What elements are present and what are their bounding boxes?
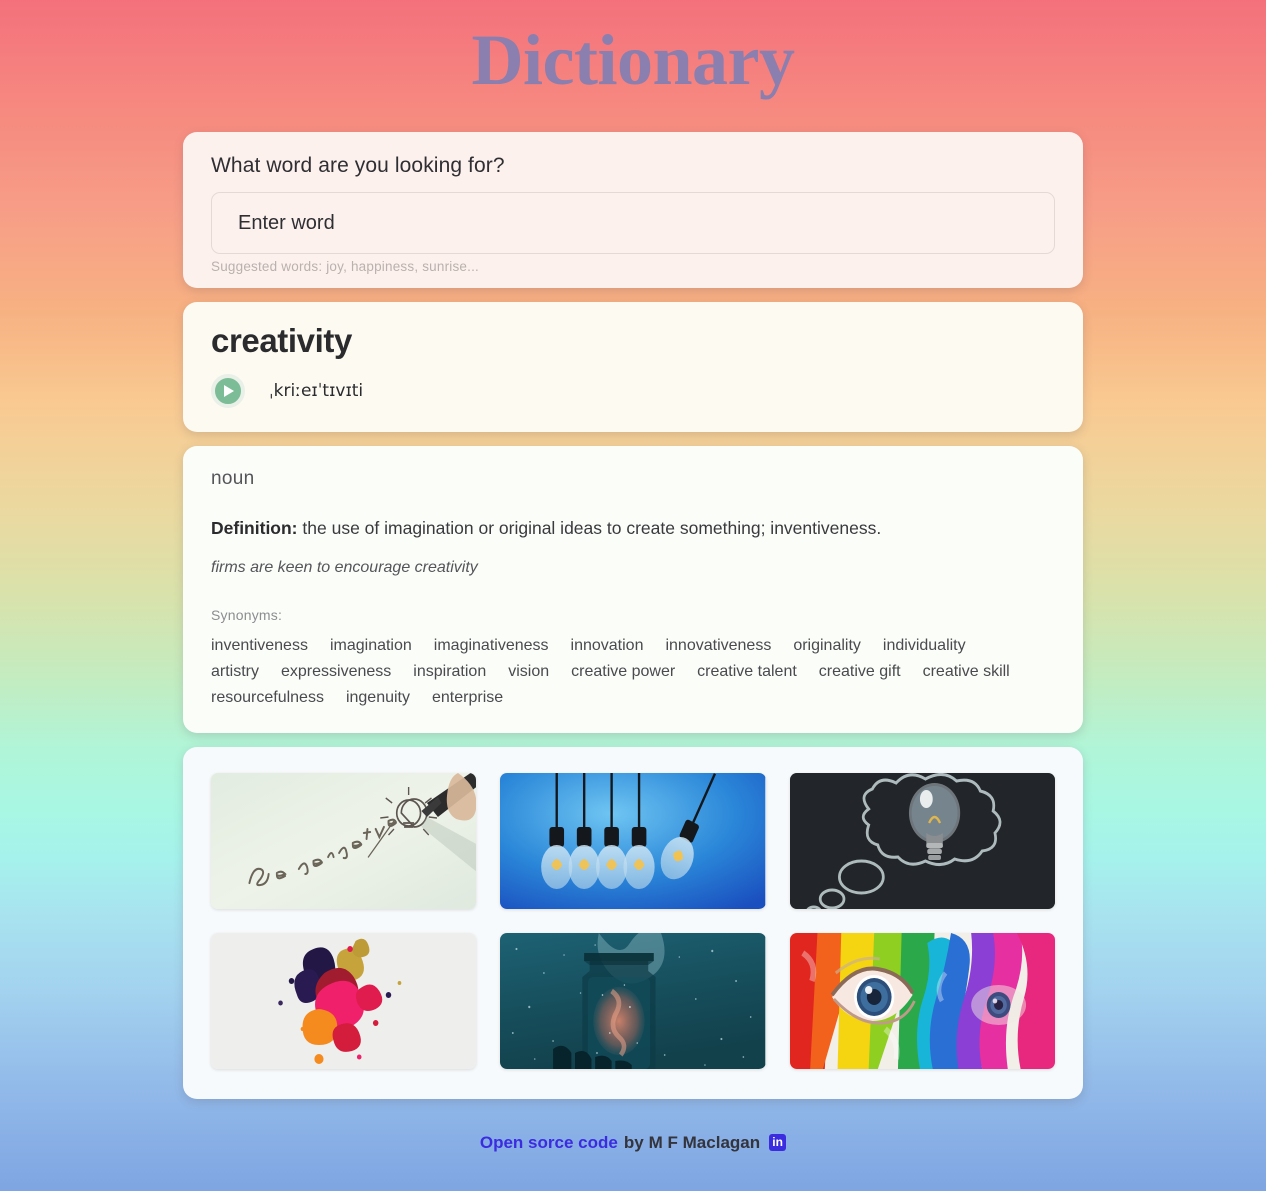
definition-label: Definition:	[211, 518, 298, 538]
search-hint: Suggested words: joy, happiness, sunrise…	[211, 259, 479, 274]
gallery-image-paint-splash[interactable]	[211, 932, 477, 1069]
linkedin-icon[interactable]	[769, 1133, 787, 1151]
gallery-image-chalkboard-thought-bubble[interactable]	[789, 772, 1055, 909]
synonym-item[interactable]: expressiveness	[281, 663, 391, 681]
synonym-item[interactable]: inventiveness	[211, 637, 308, 655]
definition-row: Definition: the use of imagination or or…	[211, 516, 1055, 541]
search-label: What word are you looking for?	[211, 154, 505, 177]
paint-splash-image	[211, 932, 477, 1069]
synonym-item[interactable]: imagination	[330, 637, 412, 655]
play-icon	[223, 385, 234, 397]
part-of-speech: noun	[211, 468, 255, 489]
word-card: creativity ˌkriːeɪˈtɪvɪti	[183, 302, 1083, 432]
definition-text: the use of imagination or original ideas…	[302, 518, 882, 538]
chalkboard-thought-bubble-image	[789, 772, 1055, 909]
gallery-image-rainbow-face-paint[interactable]	[789, 932, 1055, 1069]
meaning-card: noun Definition: the use of imagination …	[183, 446, 1083, 733]
example-sentence: firms are keen to encourage creativity	[211, 558, 478, 576]
synonym-item[interactable]: innovativeness	[665, 637, 771, 655]
gallery-card	[183, 746, 1083, 1099]
play-audio-button[interactable]	[211, 374, 245, 408]
synonym-item[interactable]: creative talent	[697, 663, 797, 681]
synonym-item[interactable]: creative gift	[819, 663, 901, 681]
footer-author: M F Maclagan	[648, 1132, 761, 1152]
footer-by-text: by	[623, 1132, 644, 1152]
open-source-code-link[interactable]: Open sorce code	[480, 1133, 618, 1153]
synonym-item[interactable]: artistry	[211, 663, 259, 681]
synonym-item[interactable]: vision	[508, 663, 549, 681]
gallery-image-hanging-lightbulbs[interactable]	[500, 772, 766, 909]
gallery-image-galaxy-in-jar[interactable]	[500, 932, 766, 1069]
synonym-item[interactable]: imaginativeness	[434, 637, 549, 655]
synonym-item[interactable]: creative skill	[923, 663, 1010, 681]
synonyms-list: inventiveness imagination imaginativeness i…	[211, 637, 1011, 707]
synonym-item[interactable]: inspiration	[413, 663, 486, 681]
gallery-image-be-creative-handwriting[interactable]	[211, 772, 477, 909]
footer: Open sorce code by M F Maclagan	[183, 1113, 1083, 1153]
search-card: What word are you looking for? Suggested…	[183, 132, 1083, 288]
synonym-item[interactable]: originality	[793, 637, 861, 655]
main-container: What word are you looking for? Suggested…	[183, 96, 1083, 1153]
word-title: creativity	[211, 322, 352, 359]
synonym-item[interactable]: enterprise	[432, 689, 503, 707]
synonym-item[interactable]: individuality	[883, 637, 966, 655]
hanging-lightbulbs-image	[500, 772, 766, 909]
phonetic-row: ˌkriːeɪˈtɪvɪti	[211, 374, 1055, 408]
page-title: Dictionary	[471, 20, 795, 100]
search-input[interactable]	[211, 192, 1055, 254]
be-creative-handwriting-image	[211, 772, 477, 909]
synonym-item[interactable]: innovation	[571, 637, 644, 655]
rainbow-face-paint-image	[789, 932, 1055, 1069]
galaxy-in-jar-image	[500, 932, 766, 1069]
synonyms-label: Synonyms:	[211, 606, 283, 623]
synonym-item[interactable]: creative power	[571, 663, 675, 681]
synonym-item[interactable]: ingenuity	[346, 689, 410, 707]
synonym-item[interactable]: resourcefulness	[211, 689, 324, 707]
gallery-grid	[211, 772, 1055, 1069]
phonetic-text: ˌkriːeɪˈtɪvɪti	[269, 381, 364, 401]
